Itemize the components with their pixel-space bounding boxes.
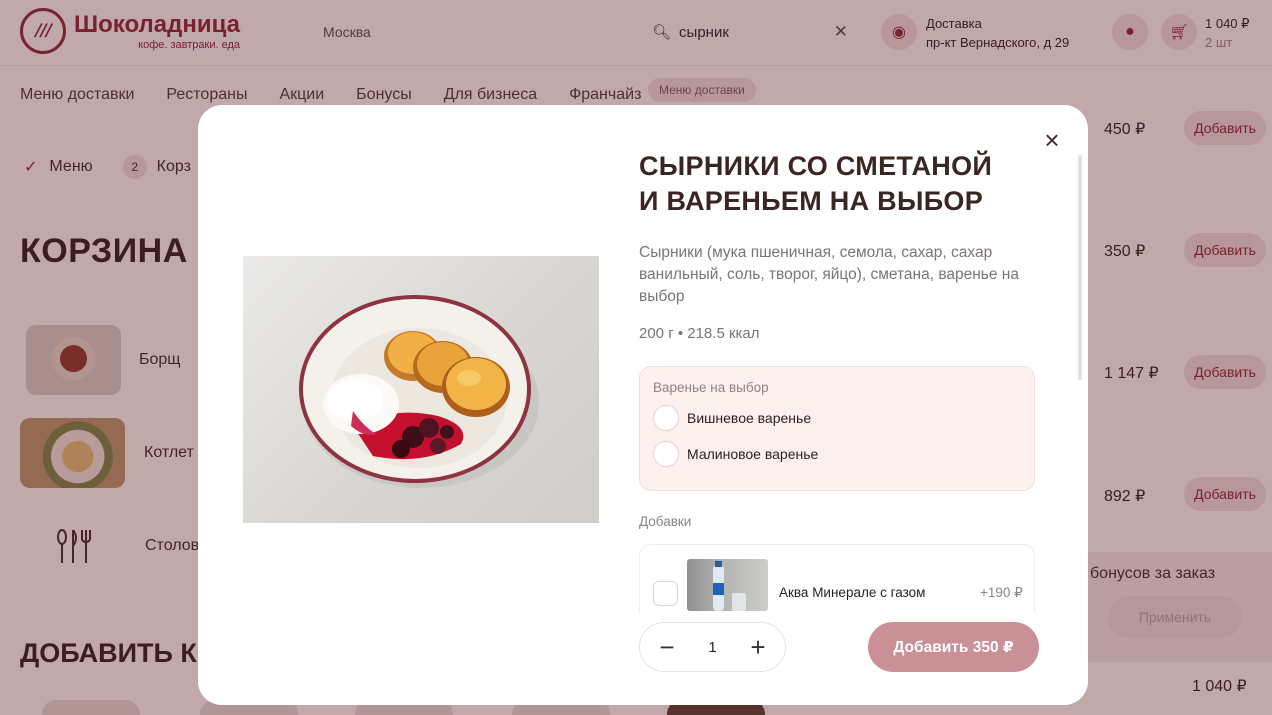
jam-option-label: Малиновое варенье	[687, 446, 819, 462]
extra-item-name: Аква Минерале с газом	[779, 585, 926, 600]
product-weight: 200 г • 218.5 ккал	[639, 325, 760, 342]
jam-options-label: Варенье на выбор	[653, 380, 769, 395]
modal-scrollbar[interactable]	[1078, 155, 1082, 380]
close-icon[interactable]: ×	[1040, 127, 1064, 153]
extras-label: Добавки	[639, 514, 692, 529]
extra-item-image	[687, 559, 768, 611]
plus-icon[interactable]: +	[745, 634, 771, 660]
quantity-value: 1	[708, 638, 717, 656]
jam-option-label: Вишневое варенье	[687, 410, 812, 426]
product-modal: × СЫРНИКИ СО СМЕТАНОЙ И ВАРЕНЬЕМ НА ВЫБО…	[198, 105, 1088, 705]
product-title: СЫРНИКИ СО СМЕТАНОЙ И ВАРЕНЬЕМ НА ВЫБОР	[639, 151, 993, 216]
product-description: Сырники (мука пшеничная, семола, сахар, …	[639, 244, 1019, 305]
extra-item-price: +190 ₽	[980, 585, 1023, 600]
minus-icon[interactable]: −	[654, 634, 680, 660]
radio-button[interactable]	[653, 405, 679, 431]
radio-button[interactable]	[653, 441, 679, 467]
jam-option-raspberry[interactable]: Малиновое варенье	[653, 441, 818, 467]
extra-checkbox[interactable]	[653, 581, 678, 606]
jam-options-group: Варенье на выбор Вишневое варенье Малино…	[639, 366, 1035, 491]
add-to-cart-button[interactable]: Добавить 350 ₽	[868, 622, 1039, 672]
jam-option-cherry[interactable]: Вишневое варенье	[653, 405, 811, 431]
quantity-stepper: − 1 +	[639, 622, 786, 672]
product-image	[243, 256, 599, 523]
extra-item[interactable]: Аква Минерале с газом +190 ₽	[639, 544, 1035, 614]
